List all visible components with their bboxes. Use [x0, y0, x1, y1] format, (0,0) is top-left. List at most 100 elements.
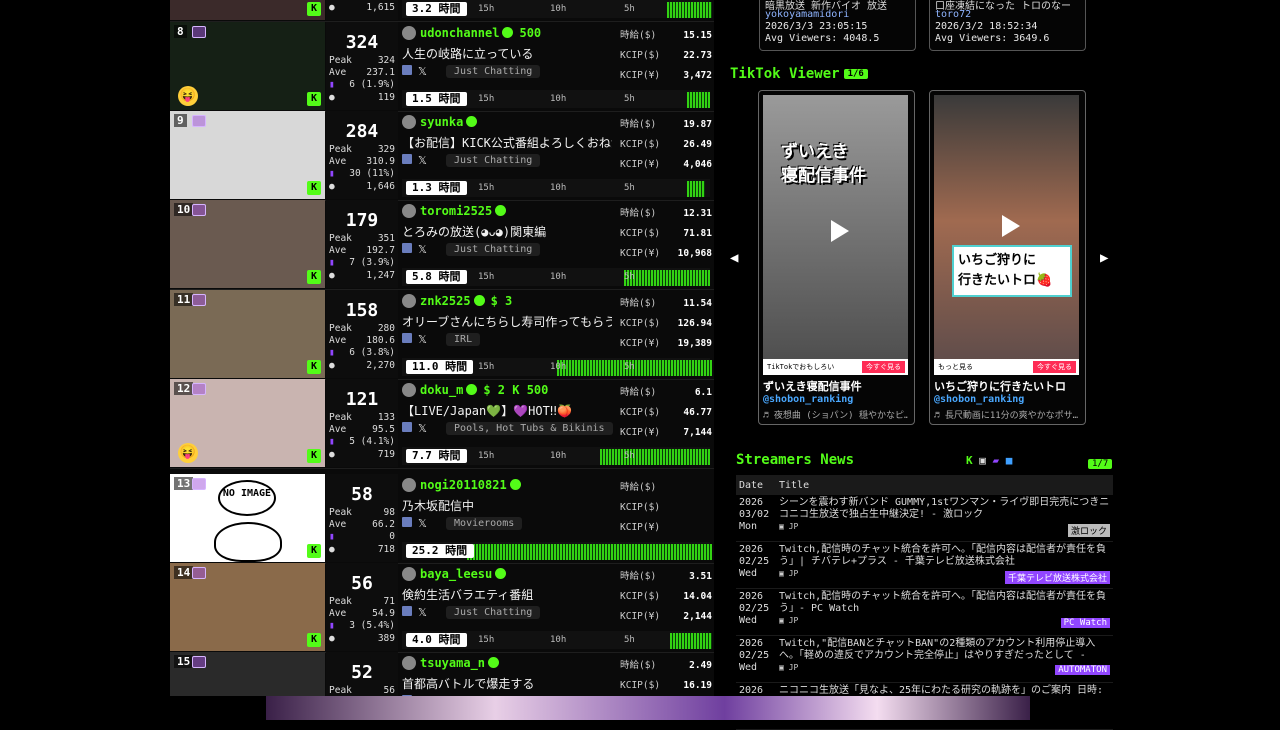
stats-icon[interactable] — [402, 333, 412, 343]
ranking-row[interactable]: 15 K 52 Peak56 Ave ▮ ● tsuyama_n 首都高バトルで… — [170, 652, 714, 696]
news-source-badge[interactable]: 千葉テレビ放送株式会社 — [1004, 571, 1110, 584]
stream-timeline[interactable]: 1.5 時間 15h 10h 5h — [402, 90, 710, 108]
video-sound: ♬ 長尺動画に11分の爽やかなポサ… — [934, 411, 1079, 421]
stats-icon[interactable] — [402, 606, 412, 616]
category-tag[interactable]: Just Chatting — [446, 243, 541, 256]
stream-timeline[interactable]: 3.2 時間 15h 10h 5h — [402, 0, 712, 18]
streamer-name[interactable]: nogi20110821 — [402, 478, 527, 492]
kcip-usd-value: 22.73 — [683, 50, 712, 61]
tick-5h: 5h — [624, 94, 635, 104]
ranking-row[interactable]: 9 K 284 Peak 329 Ave 310.9 ▮ 30 (11%) ● 1,64… — [170, 111, 714, 201]
viewed-flag-icon — [192, 115, 206, 127]
category-tag[interactable]: Movierooms — [446, 517, 523, 530]
stream-timeline[interactable]: 4.0 時間 15h 10h 5h — [402, 631, 712, 649]
stats-icon[interactable] — [402, 517, 412, 527]
streamer-name[interactable]: tsuyama_n — [402, 656, 505, 670]
kick-icon[interactable]: K — [966, 454, 973, 467]
video-handle[interactable]: @shobon_ranking — [934, 394, 1024, 405]
news-title[interactable]: シーンを震わす新バンド GUMMY,1stワンマン・ライヴ即日完売につきニコニコ… — [779, 497, 1110, 521]
stream-timeline[interactable]: 25.2 時間 — [402, 542, 712, 560]
top-card-1[interactable]: 暗黒放送 新作バイオ 放送 yokoyamamidori 2026/3/3 23… — [759, 0, 916, 51]
stream-thumbnail[interactable]: 7 K — [170, 0, 325, 20]
ranking-row[interactable]: 12 K 😝 121 Peak 133 Ave 95.5 ▮ 5 (4.1%) ● 71… — [170, 379, 714, 469]
stream-thumbnail[interactable]: 9 K — [170, 111, 325, 199]
ranking-row[interactable]: 11 K 158 Peak 280 Ave 180.6 ▮ 6 (3.8%) ● 2,2… — [170, 290, 714, 380]
x-icon[interactable]: 𝕏 — [418, 606, 430, 619]
kcip-usd-label: KCIP($) — [620, 139, 661, 150]
news-title[interactable]: Twitch,配信時のチャット統合を許可へ。「配信内容は配信者が責任を負う」| … — [779, 544, 1110, 568]
ave-line: Ave 66.2 — [329, 519, 395, 531]
stats-icon[interactable] — [402, 422, 412, 432]
streamer-name[interactable]: znk2525 $ 3 — [402, 294, 512, 308]
watch-now-button[interactable]: 今すぐ見る — [862, 361, 905, 373]
stream-info: nogi20110821 乃木坂配信中 𝕏 Movierooms 時給($) K… — [402, 474, 714, 562]
category-tag[interactable]: Pools, Hot Tubs & Bikinis — [446, 422, 613, 435]
x-icon[interactable]: 𝕏 — [418, 333, 430, 346]
news-page-text: 1/7 — [1088, 459, 1113, 469]
next-arrow-icon[interactable]: ▶ — [1100, 250, 1108, 266]
ranking-row[interactable]: 10 K 179 Peak 351 Ave 192.7 ▮ 7 (3.9%) ● 1,2… — [170, 200, 714, 290]
news-row[interactable]: 2026 02/25 Wed Twitch,配信時のチャット統合を許可へ。「配信… — [736, 588, 1113, 636]
play-icon[interactable] — [1002, 215, 1020, 237]
jp-flag-icon: ▣ JP — [779, 522, 799, 531]
kcip-usd-label: KCIP($) — [620, 591, 661, 602]
stats-icon[interactable] — [402, 243, 412, 253]
stats-icon[interactable] — [402, 154, 412, 164]
chat-icon: ● — [329, 544, 335, 555]
streamer-name[interactable]: udonchannel 500 — [402, 26, 541, 40]
tiktok-video-2[interactable]: いちご狩りに 行きたいトロ🍓 もっと見る 今すぐ見る いちご狩りに行きたいトロ … — [929, 90, 1086, 425]
x-icon[interactable]: 𝕏 — [418, 243, 430, 256]
wave-line: ▮ 3 (5.4%) — [329, 620, 395, 632]
category-tag[interactable]: Just Chatting — [446, 154, 541, 167]
youtube-icon[interactable]: ■ — [1006, 454, 1013, 467]
stream-timeline[interactable]: 5.8 時間 15h 10h 5h — [402, 268, 710, 286]
niconico-icon[interactable]: ▣ — [979, 454, 986, 467]
news-row[interactable]: 2026 02/25 Wed Twitch,配信時のチャット統合を許可へ。「配信… — [736, 541, 1113, 589]
stream-thumbnail[interactable]: 12 K 😝 — [170, 379, 325, 467]
stream-timeline[interactable]: 11.0 時間 15h 10h 5h — [402, 358, 712, 376]
stream-thumbnail[interactable]: 11 K — [170, 290, 325, 378]
play-icon[interactable] — [831, 220, 849, 242]
prev-arrow-icon[interactable]: ◀ — [730, 250, 738, 266]
stream-thumbnail[interactable]: 10 K — [170, 200, 325, 288]
ranking-row[interactable]: NO IMAGE 13 K 58 Peak 98 Ave 66.2 ▮ 0 ● 718 … — [170, 474, 714, 564]
streamer-extra: $ 2 K 500 — [483, 383, 549, 397]
twitch-icon[interactable]: ▰ — [993, 454, 1000, 467]
x-icon[interactable]: 𝕏 — [418, 422, 430, 435]
streamer-name[interactable]: toromi2525 — [402, 204, 512, 218]
tiktok-video-1[interactable]: ずいえき 寝配信事件 TikTokでおもしろい 今すぐ見る ずいえき寝配信事件 … — [758, 90, 915, 425]
news-source-badge[interactable]: PC Watch — [1060, 618, 1110, 628]
earnings: 時給($) 11.54 KCIP($) 126.94 KCIP(¥) 19,389 — [620, 294, 712, 354]
stream-thumbnail[interactable]: 15 K — [170, 652, 325, 696]
peak-label: Peak — [329, 412, 352, 423]
news-title[interactable]: Twitch,配信時のチャット統合を許可へ。「配信内容は配信者が責任を負う」- … — [779, 591, 1110, 615]
streamer-name[interactable]: baya_leesu — [402, 567, 512, 581]
stream-thumbnail[interactable]: NO IMAGE 13 K — [170, 474, 325, 562]
x-icon[interactable]: 𝕏 — [418, 154, 430, 167]
video-handle[interactable]: @shobon_ranking — [763, 394, 853, 405]
news-title[interactable]: Twitch,"配信BANとチャットBAN"の2種類のアカウント利用停止導入へ。… — [779, 638, 1110, 662]
category-tag[interactable]: IRL — [446, 333, 481, 346]
top-card-2[interactable]: 口座凍結になった トロのなー toro72 2026/3/2 18:52:34 … — [929, 0, 1086, 51]
stats-icon[interactable] — [402, 65, 412, 75]
news-row[interactable]: 2026 02/25 Wed Twitch,"配信BANとチャットBAN"の2種… — [736, 635, 1113, 683]
x-icon[interactable]: 𝕏 — [418, 65, 430, 78]
wave-value: 30 (11%) — [349, 168, 395, 179]
category-tag[interactable]: Just Chatting — [446, 65, 541, 78]
kcip-jpy-line: KCIP(¥) — [620, 518, 712, 538]
news-row[interactable]: 2026 03/02 Mon シーンを震わす新バンド GUMMY,1stワンマン… — [736, 495, 1113, 542]
x-icon[interactable]: 𝕏 — [418, 517, 430, 530]
stream-timeline[interactable]: 1.3 時間 15h 10h 5h — [402, 179, 710, 197]
ranking-row[interactable]: 14 K 56 Peak 71 Ave 54.9 ▮ 3 (5.4%) ● 389 ba… — [170, 563, 714, 653]
ranking-row[interactable]: 7 K Peak Ave ▮ ●1,615 時給($) — [170, 0, 714, 22]
news-source-badge[interactable]: 激ロック — [1067, 524, 1110, 537]
stream-timeline[interactable]: 7.7 時間 15h 10h 5h — [402, 447, 710, 465]
category-tag[interactable]: Just Chatting — [446, 606, 541, 619]
ranking-row[interactable]: 8 K 😝 324 Peak 324 Ave 237.1 ▮ 6 (1.9%) ● 11… — [170, 22, 714, 112]
streamer-name[interactable]: syunka — [402, 115, 483, 129]
stream-thumbnail[interactable]: 14 K — [170, 563, 325, 651]
news-source-badge[interactable]: AUTOMATON — [1055, 665, 1110, 675]
streamer-name[interactable]: doku_m $ 2 K 500 — [402, 383, 548, 397]
watch-now-button[interactable]: 今すぐ見る — [1033, 361, 1076, 373]
stream-thumbnail[interactable]: 8 K 😝 — [170, 22, 325, 110]
